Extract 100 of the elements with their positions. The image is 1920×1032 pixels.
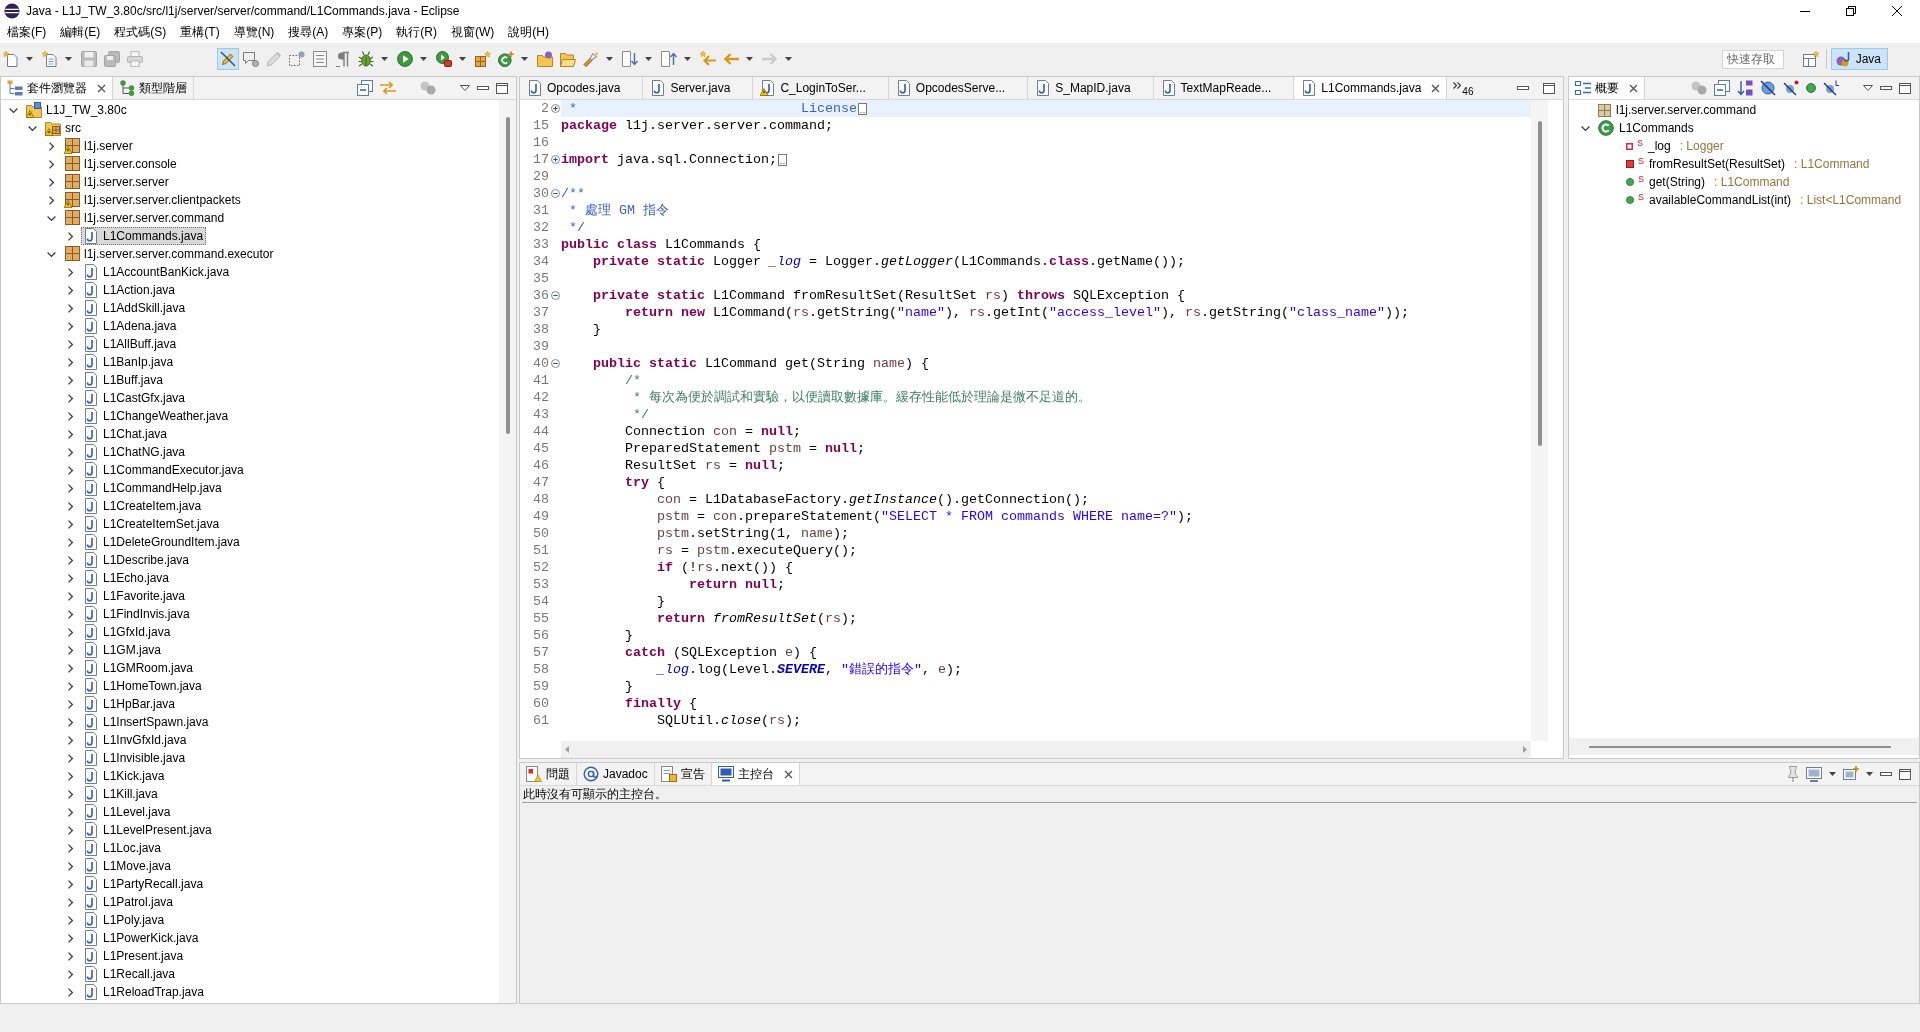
menu-item[interactable]: 執行(R) bbox=[389, 23, 444, 42]
chevron-right-icon[interactable] bbox=[66, 951, 75, 961]
tree-item[interactable]: L1DeleteGroundItem.java bbox=[81, 533, 243, 551]
tree-item[interactable]: L1InsertSpawn.java bbox=[81, 713, 212, 731]
chevron-down-icon[interactable] bbox=[47, 213, 56, 223]
chevron-right-icon[interactable] bbox=[66, 897, 75, 907]
chevron-right-icon[interactable] bbox=[66, 825, 75, 835]
caret-icon[interactable] bbox=[684, 57, 691, 61]
chevron-down-icon[interactable] bbox=[28, 123, 37, 133]
tree-item[interactable]: L1BanIp.java bbox=[81, 353, 177, 371]
tree-item[interactable]: L1CommandExecutor.java bbox=[81, 461, 247, 479]
chevron-right-icon[interactable] bbox=[66, 735, 75, 745]
tree-item[interactable]: L1Invisible.java bbox=[81, 749, 189, 767]
scrollbar-thumb[interactable] bbox=[1589, 745, 1891, 748]
chevron-right-icon[interactable] bbox=[66, 969, 75, 979]
fold-plus-icon[interactable] bbox=[550, 155, 560, 164]
chevron-right-icon[interactable] bbox=[66, 501, 75, 511]
caret-icon[interactable] bbox=[521, 57, 528, 61]
tree-item[interactable]: L1CastGfx.java bbox=[81, 389, 189, 407]
tree-item[interactable]: l1j.server.server bbox=[62, 173, 172, 191]
editor-tab[interactable]: Opcodes.java bbox=[520, 77, 644, 99]
perspective-button[interactable]: Java bbox=[1830, 48, 1888, 70]
tree-item[interactable]: S fromResultSet(ResultSet) : L1Command bbox=[1624, 155, 1873, 173]
caret-icon[interactable] bbox=[1829, 772, 1836, 776]
chevron-right-icon[interactable] bbox=[66, 627, 75, 637]
close-icon[interactable] bbox=[783, 769, 793, 779]
chevron-right-icon[interactable] bbox=[66, 717, 75, 727]
dropdown-triangle-icon[interactable] bbox=[1863, 85, 1873, 91]
tree-item[interactable]: L1ChangeWeather.java bbox=[81, 407, 232, 425]
chevron-right-icon[interactable] bbox=[66, 681, 75, 691]
tree-item[interactable]: L1Kick.java bbox=[81, 767, 168, 785]
chevron-right-icon[interactable] bbox=[66, 609, 75, 619]
editor-tab[interactable]: TextMapReade... bbox=[1153, 77, 1295, 99]
caret-icon[interactable] bbox=[26, 57, 33, 61]
scrollbar-thumb[interactable] bbox=[1537, 121, 1542, 446]
chevron-right-icon[interactable] bbox=[66, 771, 75, 781]
tree-item[interactable]: l1j.server.server.command.executor bbox=[62, 245, 277, 263]
chevron-right-icon[interactable] bbox=[66, 429, 75, 439]
menu-item[interactable]: 視窗(W) bbox=[444, 23, 502, 42]
tree-item[interactable]: L1HpBar.java bbox=[81, 695, 179, 713]
tree-item[interactable]: L1CommandHelp.java bbox=[81, 479, 225, 497]
tree-item[interactable]: L1Level.java bbox=[81, 803, 174, 821]
panel-tab[interactable]: 問題 bbox=[520, 763, 577, 785]
chevron-right-icon[interactable] bbox=[66, 699, 75, 709]
tree-item[interactable]: L1ReloadTrap.java bbox=[81, 983, 207, 1001]
chevron-right-icon[interactable] bbox=[66, 753, 75, 763]
tree-item[interactable]: L1AllBuff.java bbox=[81, 335, 180, 353]
tree-item[interactable]: L1Commands bbox=[1596, 119, 1697, 137]
tree-item[interactable]: S get(String) : L1Command bbox=[1624, 173, 1793, 191]
chevron-right-icon[interactable] bbox=[66, 411, 75, 421]
editor-tab[interactable]: Server.java bbox=[643, 77, 754, 99]
chevron-right-icon[interactable] bbox=[66, 537, 75, 547]
tree-item[interactable]: S _log : Logger bbox=[1624, 137, 1727, 155]
chevron-right-icon[interactable] bbox=[66, 375, 75, 385]
chevron-right-icon[interactable] bbox=[66, 555, 75, 565]
tree-item[interactable]: L1Buff.java bbox=[81, 371, 166, 389]
fold-minus-icon[interactable] bbox=[550, 291, 560, 300]
tree-item[interactable]: L1Poly.java bbox=[81, 911, 168, 929]
chevron-right-icon[interactable] bbox=[66, 789, 75, 799]
tree-item[interactable]: L1Present.java bbox=[81, 947, 187, 965]
caret-icon[interactable] bbox=[746, 57, 753, 61]
crossed-dot-icon[interactable] bbox=[1783, 80, 1799, 96]
chevron-right-icon[interactable] bbox=[66, 915, 75, 925]
tree-item[interactable]: l1j.server.console bbox=[62, 155, 180, 173]
chevron-down-icon[interactable] bbox=[1581, 123, 1590, 133]
caret-icon[interactable] bbox=[420, 57, 427, 61]
tree-item[interactable]: L1HomeTown.java bbox=[81, 677, 205, 695]
folded-block-icon[interactable] bbox=[777, 153, 787, 166]
chevron-right-icon[interactable] bbox=[66, 321, 75, 331]
maximize-icon[interactable] bbox=[1899, 82, 1911, 94]
chevron-right-icon[interactable] bbox=[66, 843, 75, 853]
close-icon[interactable] bbox=[1629, 83, 1638, 93]
tree-item[interactable]: L1ChatNG.java bbox=[81, 443, 189, 461]
tree-item[interactable]: L1Chat.java bbox=[81, 425, 171, 443]
caret-icon[interactable] bbox=[65, 57, 72, 61]
crossed-circle-icon[interactable] bbox=[1760, 80, 1776, 96]
caret-icon[interactable] bbox=[645, 57, 652, 61]
tree-item[interactable]: L1AccountBanKick.java bbox=[81, 263, 233, 281]
tree-item[interactable]: l1j.server.server.clientpackets bbox=[62, 191, 244, 209]
collapse-all-icon[interactable] bbox=[1714, 80, 1730, 96]
tree-item[interactable]: L1Describe.java bbox=[81, 551, 193, 569]
chevron-right-icon[interactable] bbox=[66, 285, 75, 295]
minimize-icon[interactable] bbox=[477, 86, 489, 90]
tree-item[interactable]: L1GM.java bbox=[81, 641, 165, 659]
chevron-down-icon[interactable] bbox=[47, 249, 56, 259]
chevron-right-icon[interactable] bbox=[66, 987, 75, 997]
menu-item[interactable]: 導覽(N) bbox=[226, 23, 282, 42]
tree-item[interactable]: L1J_TW_3.80c bbox=[24, 101, 130, 119]
chevron-right-icon[interactable] bbox=[66, 861, 75, 871]
tree-item[interactable]: L1LevelPresent.java bbox=[81, 821, 215, 839]
editor-tab[interactable]: C_LoginToSer... bbox=[753, 77, 889, 99]
chevron-down-icon[interactable] bbox=[9, 105, 18, 115]
dropdown-triangle-icon[interactable] bbox=[460, 85, 470, 91]
tree-item[interactable]: L1CreateItemSet.java bbox=[81, 515, 223, 533]
panel-tab[interactable]: 主控台 bbox=[711, 763, 800, 785]
chevron-right-icon[interactable] bbox=[66, 591, 75, 601]
tree-item[interactable]: L1Action.java bbox=[81, 281, 179, 299]
chevron-right-icon[interactable] bbox=[66, 879, 75, 889]
fold-minus-icon[interactable] bbox=[550, 189, 560, 198]
tree-item[interactable]: L1Patrol.java bbox=[81, 893, 177, 911]
